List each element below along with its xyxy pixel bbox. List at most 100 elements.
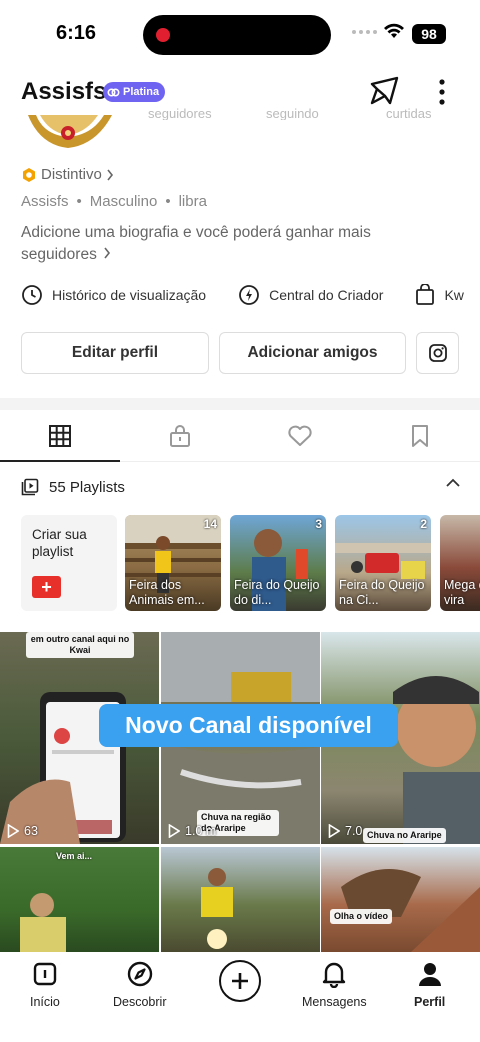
creator-center-label: Central do Criador: [269, 287, 384, 303]
playlist-card[interactable]: 2 Feira do Queijo na Ci...: [335, 515, 431, 611]
nav-home[interactable]: Início: [30, 960, 60, 1009]
tab-liked[interactable]: [240, 410, 360, 461]
playlist-count: 3: [315, 517, 322, 531]
stat-followers-label: seguidores: [148, 106, 212, 120]
bottom-nav: Início Descobrir Mensagens Perfil: [0, 952, 480, 1042]
video-caption: em outro canal aqui no Kwai: [26, 632, 134, 658]
platina-badge-icon: [107, 87, 120, 97]
playlists-header[interactable]: 55 Playlists: [21, 474, 461, 500]
stat-likes-label: curtidas: [386, 106, 432, 120]
bookmark-icon: [412, 424, 428, 447]
history-link[interactable]: Histórico de visualização: [21, 284, 206, 306]
section-divider: [0, 398, 480, 410]
video-thumbnail-image: [201, 868, 233, 949]
playlist-title: Mega da vira: [444, 578, 480, 607]
person-icon: [418, 963, 441, 986]
lock-icon: [170, 424, 190, 447]
dynamic-island: [143, 15, 331, 55]
tab-private[interactable]: [120, 410, 240, 461]
play-icon: [168, 824, 180, 838]
video-caption: Olha o vídeo: [330, 909, 393, 924]
avatar-frame[interactable]: [20, 115, 120, 151]
tier-badge-label: Platina: [123, 86, 160, 98]
meta-gender: Masculino: [89, 193, 158, 210]
playlist-count: 2: [420, 517, 427, 531]
video-play-count: 7.0: [328, 824, 362, 838]
clock-icon: [22, 285, 42, 305]
edit-profile-button[interactable]: Editar perfil: [21, 332, 209, 374]
video-thumbnail-image: [341, 869, 480, 952]
nav-profile-label: Perfil: [414, 995, 446, 1009]
heart-icon: [288, 425, 312, 446]
play-icon: [328, 824, 340, 838]
playlist-icon: [21, 478, 39, 496]
wifi-icon: [384, 23, 404, 38]
playlists-count: 55 Playlists: [49, 478, 125, 496]
cellular-signal-icon: [352, 30, 377, 34]
profile-username: Assisfs: [21, 78, 107, 105]
playlist-title: Feira do Queijo na Ci...: [339, 578, 425, 607]
shopping-bag-icon: [416, 284, 435, 305]
profile-meta: Assisfs • Masculino • libra: [21, 193, 207, 210]
video-thumbnail[interactable]: Olha o vídeo: [321, 847, 480, 952]
nav-discover-label: Descobrir: [113, 995, 167, 1009]
quick-links-row: Histórico de visualização Central do Cri…: [21, 284, 480, 306]
tab-saved[interactable]: [360, 410, 480, 461]
nav-home-label: Início: [30, 995, 60, 1009]
lightning-icon: [239, 285, 259, 305]
add-playlist-button[interactable]: +: [32, 576, 61, 598]
meta-username: Assisfs: [21, 193, 69, 210]
tier-badge[interactable]: Platina: [103, 82, 166, 102]
create-button[interactable]: [219, 960, 261, 1002]
badge-link-label: Distintivo: [41, 166, 102, 183]
nav-messages[interactable]: Mensagens: [302, 960, 367, 1009]
status-time: 6:16: [56, 22, 97, 44]
playlist-title: Feira do Queijo do di...: [234, 578, 320, 607]
playlist-card[interactable]: Mega da vira: [440, 515, 480, 611]
add-friends-button[interactable]: Adicionar amigos: [219, 332, 406, 374]
playlist-title: Feira dos Animais em...: [129, 578, 205, 607]
badge-link[interactable]: Distintivo: [21, 166, 114, 183]
compass-icon: [127, 961, 152, 987]
plus-icon: [232, 973, 248, 989]
profile-stats-row: seguidores seguindo curtidas: [148, 100, 458, 120]
video-thumbnail[interactable]: Vem ai...: [0, 847, 159, 952]
nav-messages-label: Mensagens: [302, 995, 367, 1009]
creator-center-link[interactable]: Central do Criador: [238, 284, 383, 306]
new-channel-banner[interactable]: Novo Canal disponível: [99, 704, 398, 747]
create-playlist-label: Criar sua playlist: [32, 527, 87, 559]
meta-zodiac: libra: [178, 193, 207, 210]
shop-link[interactable]: Kw: [415, 284, 464, 306]
chevron-up-icon[interactable]: [445, 477, 461, 489]
video-thumbnail[interactable]: [161, 847, 320, 952]
playlist-card[interactable]: 3 Feira do Queijo do di...: [230, 515, 326, 611]
grid-icon: [49, 424, 71, 447]
video-play-count: 1.0 m: [168, 824, 216, 838]
instagram-icon: [428, 344, 447, 362]
status-bar: 6:16 98: [0, 0, 480, 64]
nav-profile[interactable]: Perfil: [414, 960, 445, 1009]
shop-link-label: Kw: [444, 287, 464, 303]
video-caption: Vem ai...: [56, 851, 93, 861]
chevron-right-icon: [104, 247, 111, 259]
avatar-crown-icon: [28, 115, 112, 148]
nav-discover[interactable]: Descobrir: [113, 960, 167, 1009]
play-icon: [7, 824, 19, 838]
video-play-count: 63: [7, 824, 38, 838]
bell-icon: [323, 962, 346, 988]
home-icon: [33, 962, 57, 986]
create-playlist-card[interactable]: Criar sua playlist +: [21, 515, 117, 611]
bio-text: Adicione uma biografia e você poderá gan…: [21, 224, 371, 263]
content-tabs: [0, 410, 480, 462]
chevron-right-icon: [107, 169, 113, 180]
instagram-button[interactable]: [416, 332, 459, 374]
playlist-card[interactable]: 14 Feira dos Animais em...: [125, 515, 221, 611]
history-link-label: Histórico de visualização: [52, 287, 207, 303]
hexagon-badge-icon: [23, 167, 35, 182]
tab-videos[interactable]: [0, 410, 120, 462]
battery-indicator: 98: [412, 24, 446, 44]
stat-following-label: seguindo: [266, 106, 319, 120]
video-caption: Chuva no Araripe: [363, 828, 446, 843]
playlist-count: 14: [203, 517, 217, 531]
bio-placeholder[interactable]: Adicione uma biografia e você poderá gan…: [21, 222, 441, 266]
